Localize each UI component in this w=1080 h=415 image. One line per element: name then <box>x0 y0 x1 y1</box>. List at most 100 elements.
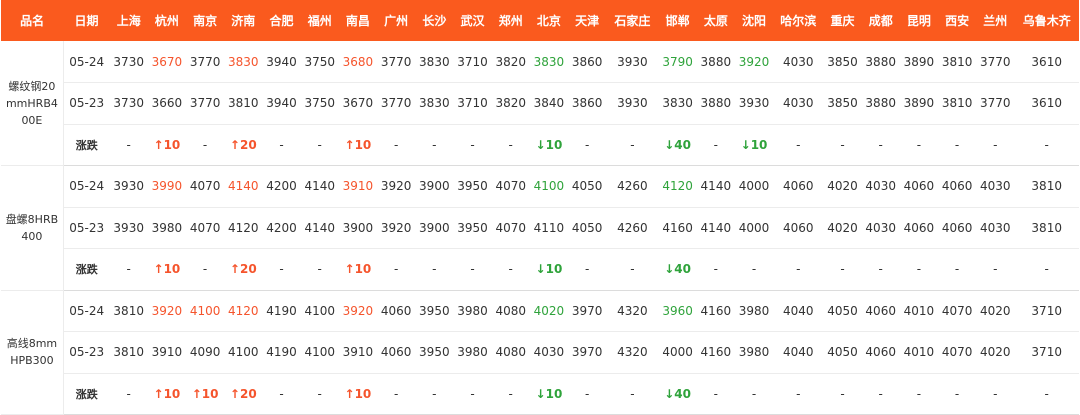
price-cell: 3610 <box>1014 41 1079 83</box>
price-cell: 3770 <box>976 82 1015 125</box>
price-cell: 3710 <box>453 41 492 83</box>
change-label: 涨跌 <box>63 248 110 291</box>
price-cell: 3790 <box>658 41 697 83</box>
change-cell: ↑10 <box>186 373 225 415</box>
price-cell: 3810 <box>1014 165 1079 208</box>
change-cell: ↑20 <box>224 124 263 166</box>
price-table: 品名 日期 上海 杭州 南京 济南 合肥 福州 南昌 广州 长沙 武汉 郑州 北京 天津 石家庄 邯郸 太原 沈阳哈… <box>1 0 1079 415</box>
price-cell: 4100 <box>529 165 569 208</box>
price-cell: 3920 <box>734 41 774 83</box>
change-cell: ↑20 <box>224 373 263 415</box>
change-cell: - <box>453 373 492 415</box>
date-cell: 05-23 <box>63 82 110 125</box>
price-cell: 3810 <box>938 82 977 125</box>
price-cell: 4030 <box>861 165 900 208</box>
change-cell: - <box>491 124 530 166</box>
price-cell: 3770 <box>976 41 1015 83</box>
change-cell: - <box>109 248 148 291</box>
change-cell: - <box>938 373 977 415</box>
price-cell: 4040 <box>773 331 824 374</box>
change-cell: - <box>1014 373 1079 415</box>
price-cell: 4140 <box>696 165 735 208</box>
price-cell: 3830 <box>529 41 569 83</box>
price-cell: 4100 <box>186 290 225 332</box>
price-cell: 3990 <box>147 165 186 208</box>
header-city: 郑州 <box>498 14 523 28</box>
price-cell: 3980 <box>734 290 774 332</box>
price-cell: 3950 <box>453 207 492 249</box>
price-cell: 3900 <box>415 207 454 249</box>
price-cell: 3950 <box>415 331 454 374</box>
price-cell: 4120 <box>658 165 697 208</box>
change-cell: - <box>773 248 824 291</box>
price-cell: 3850 <box>823 41 862 83</box>
change-cell: - <box>109 373 148 415</box>
price-cell: 3890 <box>899 41 938 83</box>
change-cell: ↑10 <box>338 124 378 166</box>
price-cell: 4050 <box>823 290 862 332</box>
price-cell: 3930 <box>606 41 659 83</box>
price-cell: 4160 <box>696 331 735 374</box>
change-row: 涨跌 - ↑10- ↑20- - ↑10- - - - ↓10- - ↓40- - - - - - - - - <box>1 248 1079 291</box>
price-cell: 3910 <box>338 165 378 208</box>
price-cell: 3930 <box>109 165 148 208</box>
change-cell: - <box>976 373 1015 415</box>
product-name: 高线8mmHPB300 <box>1 290 64 415</box>
price-cell: 4050 <box>568 207 607 249</box>
change-cell: - <box>453 248 492 291</box>
price-cell: 3770 <box>377 82 416 125</box>
price-cell: 4060 <box>377 331 416 374</box>
change-cell: - <box>262 373 301 415</box>
change-cell: - <box>377 373 416 415</box>
change-cell: - <box>377 248 416 291</box>
price-cell: 3830 <box>415 82 454 125</box>
price-cell: 3850 <box>823 82 862 125</box>
change-cell: - <box>453 124 492 166</box>
price-cell: 3770 <box>186 41 225 83</box>
price-cell: 3970 <box>568 290 607 332</box>
price-cell: 4020 <box>976 290 1015 332</box>
price-cell: 4070 <box>938 331 977 374</box>
price-cell: 4030 <box>773 41 824 83</box>
price-cell: 3830 <box>224 41 263 83</box>
change-cell: - <box>415 124 454 166</box>
change-cell: - <box>899 248 938 291</box>
change-cell: - <box>415 248 454 291</box>
price-cell: 3950 <box>415 290 454 332</box>
price-cell: 4070 <box>491 207 530 249</box>
price-cell: 4000 <box>658 331 697 374</box>
table-body: 螺纹钢20mmHRB400E 05-24 3730 3670 3770 3830 3940 3… <box>1 41 1079 415</box>
header-city: 合肥 <box>269 14 294 28</box>
price-cell: 4020 <box>529 290 569 332</box>
price-cell: 4100 <box>224 331 263 374</box>
price-cell: 3920 <box>147 290 186 332</box>
price-row: 05-23 3810 3910 4090 4100 4190 4100 3910 4060 395… <box>1 331 1079 374</box>
price-cell: 4020 <box>976 331 1015 374</box>
price-cell: 3820 <box>491 82 530 125</box>
change-cell: - <box>109 124 148 166</box>
change-cell: - <box>773 124 824 166</box>
change-cell: - <box>262 124 301 166</box>
price-cell: 3940 <box>262 41 301 83</box>
change-cell: - <box>491 248 530 291</box>
change-cell: ↑10 <box>147 373 186 415</box>
change-row: 涨跌 - ↑10- ↑20- - ↑10- - - - ↓10- - ↓40- ↓10- - - - - - - <box>1 124 1079 166</box>
price-cell: 3710 <box>1014 331 1079 374</box>
price-cell: 4030 <box>976 207 1015 249</box>
price-cell: 3810 <box>1014 207 1079 249</box>
price-row: 螺纹钢20mmHRB400E 05-24 3730 3670 3770 3830 3940 3… <box>1 41 1079 166</box>
price-cell: 4190 <box>262 331 301 374</box>
header-city: 北京 <box>536 14 561 28</box>
change-cell: ↑20 <box>224 248 263 291</box>
price-cell: 3930 <box>734 82 774 125</box>
change-cell: - <box>1014 124 1079 166</box>
price-cell: 3710 <box>453 82 492 125</box>
price-cell: 4030 <box>773 82 824 125</box>
price-cell: 4160 <box>658 207 697 249</box>
table-header-row: 品名 日期 上海 杭州 南京 济南 合肥 福州 南昌 广州 长沙 武汉 郑州 北京 天津 石家庄 邯郸 太原 沈阳哈… <box>1 0 1079 41</box>
price-cell: 3830 <box>658 82 697 125</box>
change-cell: ↑10 <box>338 248 378 291</box>
price-cell: 4080 <box>491 290 530 332</box>
price-cell: 3830 <box>415 41 454 83</box>
price-cell: 3810 <box>109 331 148 374</box>
